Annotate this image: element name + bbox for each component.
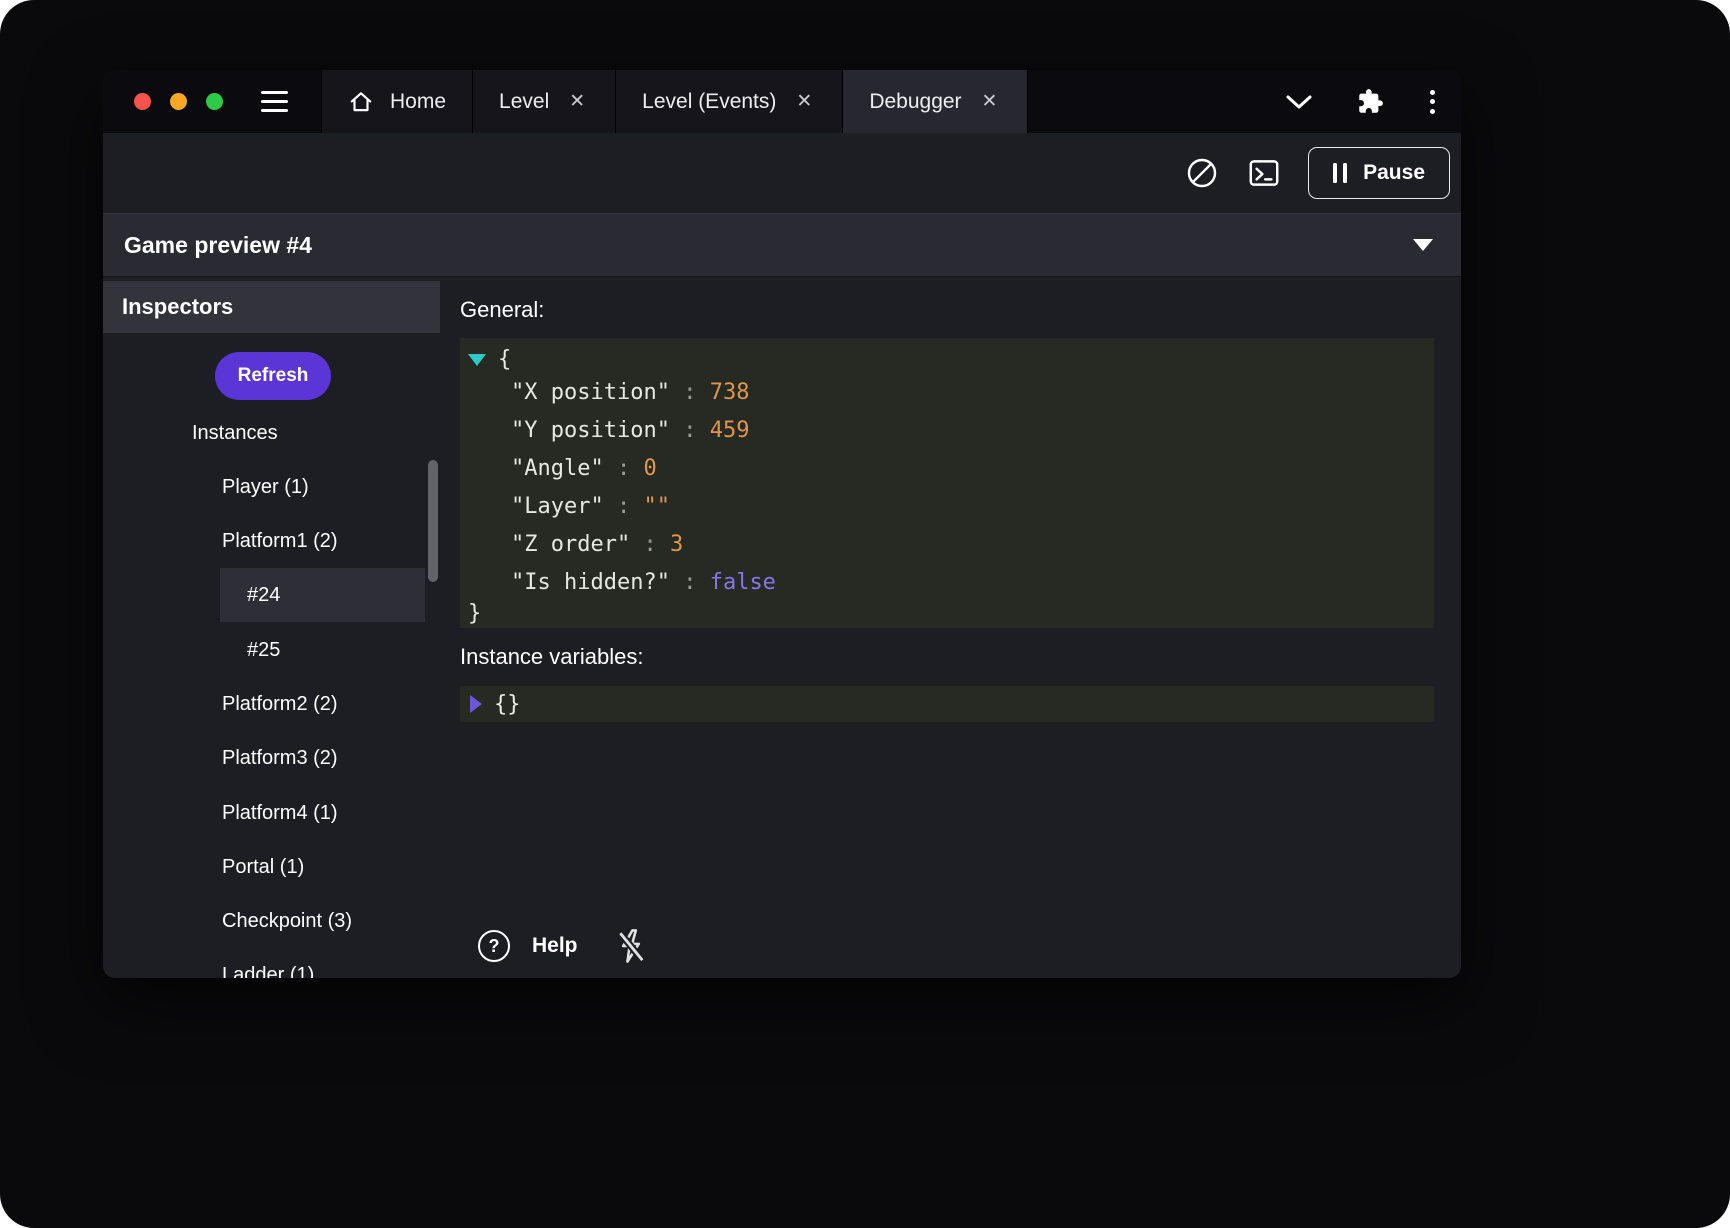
tab-home-label: Home (390, 90, 446, 114)
expand-triangle-icon[interactable] (470, 695, 482, 713)
sidebar-item-platform4[interactable]: Platform4 (1) (222, 786, 338, 840)
z-order-value: 3 (670, 532, 683, 557)
game-preview-title: Game preview #4 (124, 232, 312, 259)
extensions-puzzle-icon[interactable] (1357, 88, 1384, 115)
sidebar-item-platform1[interactable]: Platform1 (2) (222, 514, 338, 568)
sidebar-item-instances[interactable]: Instances (192, 406, 278, 460)
json-close-line: } (460, 602, 1434, 628)
collapse-triangle-icon[interactable] (468, 354, 486, 366)
inspector-detail-panel: General: { "X position" : 738 "Y positio… (440, 277, 1461, 978)
layer-value: "" (643, 494, 670, 519)
preview-dropdown-caret-icon[interactable] (1413, 239, 1433, 251)
sidebar-item-ladder[interactable]: Ladder (1) (222, 948, 314, 978)
variables-empty-object: {} (494, 692, 521, 717)
tab-home[interactable]: Home (321, 70, 473, 133)
instance-variables-label: Instance variables: (460, 644, 643, 670)
help-label: Help (532, 934, 578, 958)
json-row-x-position: "X position" : 738 (460, 374, 1434, 412)
tab-bar-actions (1285, 88, 1437, 116)
debugger-toolbar: Pause (103, 133, 1461, 213)
desktop-background: Home Level ✕ Level (Events) ✕ Debugger ✕ (0, 0, 1730, 1228)
home-icon (348, 89, 374, 115)
sidebar-item-instance-24[interactable]: #24 (220, 568, 425, 622)
inspectors-header: Inspectors (103, 281, 440, 333)
tab-level[interactable]: Level ✕ (473, 70, 616, 133)
json-row-layer: "Layer" : "" (460, 488, 1434, 526)
close-brace: } (468, 601, 481, 626)
close-icon[interactable]: ✕ (565, 90, 589, 113)
app-window: Home Level ✕ Level (Events) ✕ Debugger ✕ (103, 70, 1461, 978)
general-json-viewer: { "X position" : 738 "Y position" : 459 … (460, 338, 1434, 628)
pause-button-label: Pause (1363, 161, 1425, 185)
pause-button[interactable]: Pause (1308, 147, 1450, 199)
minimize-window-button[interactable] (170, 93, 187, 110)
json-row-y-position: "Y position" : 459 (460, 412, 1434, 450)
tab-bar: Home Level ✕ Level (Events) ✕ Debugger ✕ (103, 70, 1461, 133)
tab-level-label: Level (499, 90, 549, 114)
close-window-button[interactable] (134, 93, 151, 110)
open-brace: { (498, 347, 511, 372)
angle-value: 0 (643, 456, 656, 481)
window-controls (134, 93, 223, 110)
y-position-value: 459 (710, 418, 750, 443)
general-section-label: General: (460, 297, 544, 323)
pause-icon (1333, 163, 1347, 183)
close-icon[interactable]: ✕ (978, 90, 1002, 113)
tab-level-events[interactable]: Level (Events) ✕ (616, 70, 843, 133)
help-question-icon[interactable]: ? (478, 930, 510, 962)
sidebar-item-portal[interactable]: Portal (1) (222, 840, 304, 894)
json-row-is-hidden: "Is hidden?" : false (460, 564, 1434, 602)
sidebar-scrollbar[interactable] (428, 460, 438, 582)
flash-off-icon[interactable] (614, 927, 648, 965)
footer-actions: ? Help (478, 927, 648, 965)
sidebar-item-player[interactable]: Player (1) (222, 460, 309, 514)
sidebar-item-checkpoint[interactable]: Checkpoint (3) (222, 894, 352, 948)
profiler-gauge-icon[interactable] (1184, 155, 1220, 191)
tab-strip: Home Level ✕ Level (Events) ✕ Debugger ✕ (321, 70, 1028, 133)
tab-debugger[interactable]: Debugger ✕ (843, 70, 1028, 133)
tab-level-events-label: Level (Events) (642, 90, 776, 114)
is-hidden-value: false (710, 570, 776, 595)
json-open-line: { (460, 344, 1434, 374)
sidebar-item-platform3[interactable]: Platform3 (2) (222, 731, 338, 785)
instance-variables-json-viewer: {} (460, 686, 1434, 722)
sidebar-item-platform2[interactable]: Platform2 (2) (222, 677, 338, 731)
game-preview-selector[interactable]: Game preview #4 (103, 213, 1461, 277)
json-row-z-order: "Z order" : 3 (460, 526, 1434, 564)
menu-icon[interactable] (261, 91, 288, 112)
refresh-button[interactable]: Refresh (215, 352, 331, 400)
sidebar-item-instance-25[interactable]: #25 (247, 623, 280, 677)
inspectors-sidebar: Inspectors Refresh Instances Player (1) … (103, 277, 440, 978)
tab-debugger-label: Debugger (869, 90, 961, 114)
json-row-angle: "Angle" : 0 (460, 450, 1434, 488)
more-options-icon[interactable] (1428, 88, 1437, 116)
console-terminal-icon[interactable] (1246, 155, 1282, 191)
x-position-value: 738 (710, 380, 750, 405)
debugger-content: Inspectors Refresh Instances Player (1) … (103, 277, 1461, 978)
maximize-window-button[interactable] (206, 93, 223, 110)
close-icon[interactable]: ✕ (792, 90, 816, 113)
chevron-down-icon[interactable] (1285, 94, 1313, 110)
